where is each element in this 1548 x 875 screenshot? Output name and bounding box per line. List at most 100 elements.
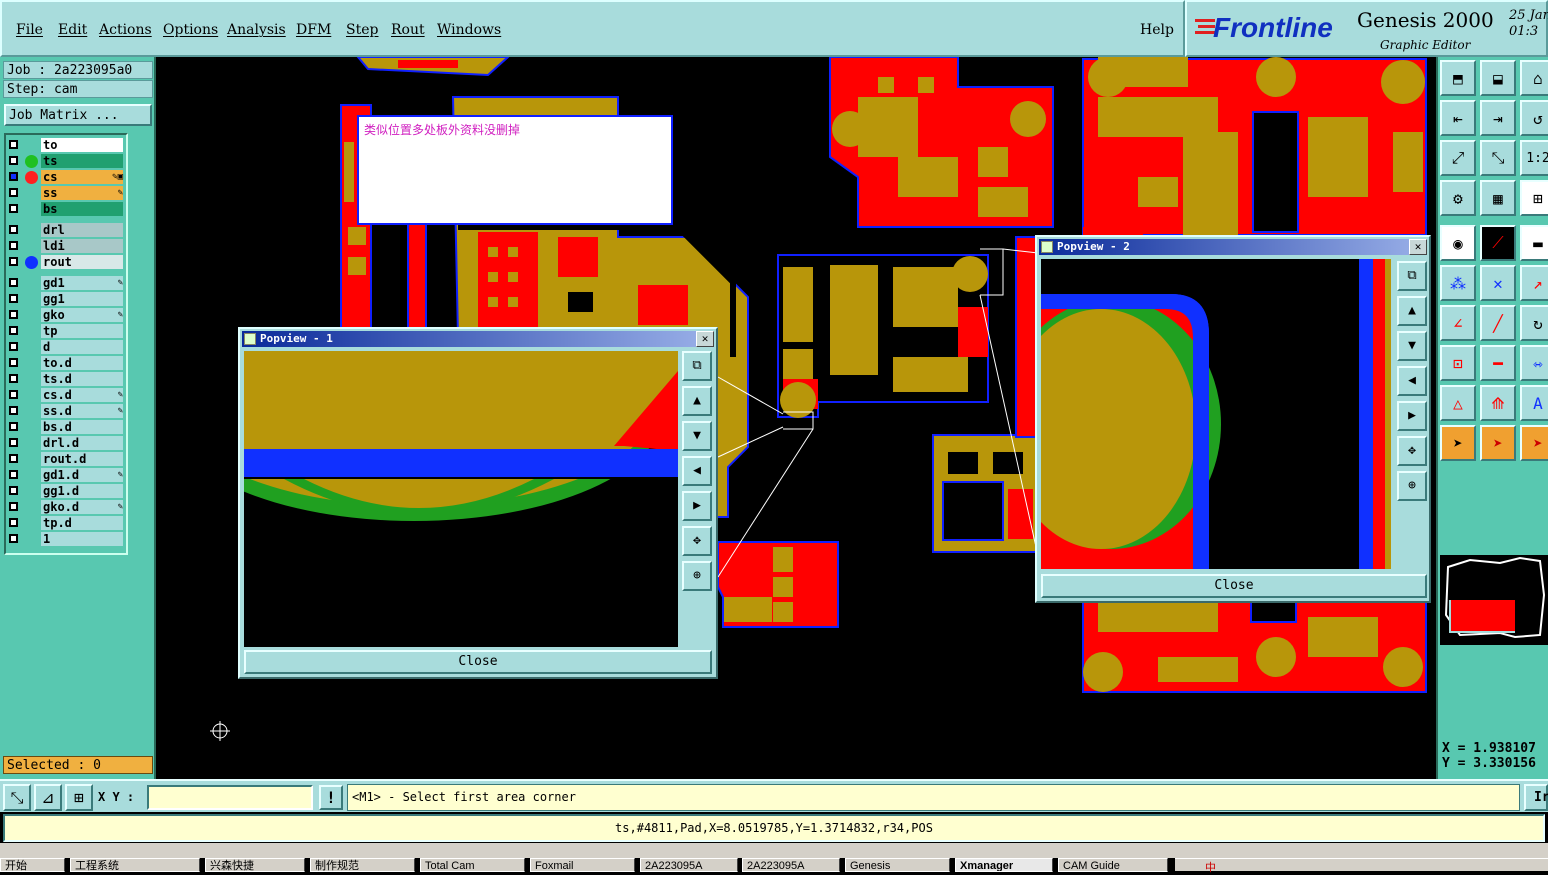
layer-checkbox[interactable] <box>9 470 18 479</box>
layer-row-bs[interactable]: bs <box>5 202 125 217</box>
grid-icon[interactable]: ▦ <box>1480 180 1516 216</box>
layer-row-1[interactable]: 1 <box>5 532 125 547</box>
connect-icon[interactable]: ⁂ <box>1440 265 1476 301</box>
menu-analysis[interactable]: Analysis <box>227 22 286 38</box>
window-menu-icon[interactable] <box>244 333 256 345</box>
popview-2-close-button[interactable]: Close <box>1041 574 1427 598</box>
pan-left-icon[interactable]: ⇤ <box>1440 100 1476 136</box>
popview-1-close-icon[interactable]: ✕ <box>696 331 714 347</box>
layer-row-ss[interactable]: ss ✎ <box>5 186 125 201</box>
layer-checkbox[interactable] <box>9 454 18 463</box>
popview-1-canvas[interactable] <box>244 351 678 647</box>
pointer-area-icon[interactable]: ➤ <box>1520 425 1548 461</box>
fit-icon[interactable]: ⤡ <box>3 784 31 811</box>
ime-indicator[interactable]: 中 <box>1205 859 1216 875</box>
menu-windows[interactable]: Windows <box>437 22 501 38</box>
layer-row-tp-d[interactable]: tp.d <box>5 516 125 531</box>
delete-tool-icon[interactable]: ✕ <box>1480 265 1516 301</box>
layer-checkbox[interactable] <box>9 390 18 399</box>
menu-options[interactable]: Options <box>163 22 218 38</box>
popview-2-zoom-out-icon[interactable]: ⊕ <box>1397 471 1427 501</box>
minus-tool-icon[interactable]: ━ <box>1480 345 1516 381</box>
layer-checkbox[interactable] <box>9 204 18 213</box>
layer-row-ldi[interactable]: ldi <box>5 239 125 254</box>
window-menu-icon[interactable] <box>1041 241 1053 253</box>
popview-2-zoom-in-icon[interactable]: ✥ <box>1397 436 1427 466</box>
popview-2-pan-right-icon[interactable]: ▶ <box>1397 401 1427 431</box>
popview-1-pan-right-icon[interactable]: ▶ <box>682 491 712 521</box>
taskbar-item[interactable]: 制作规范 <box>310 858 415 872</box>
layer-checkbox[interactable] <box>9 358 18 367</box>
layer-checkbox[interactable] <box>9 310 18 319</box>
taskbar-item[interactable]: 开始 <box>0 858 65 872</box>
layer-checkbox[interactable] <box>9 342 18 351</box>
layer-row-tp[interactable]: tp <box>5 324 125 339</box>
pan-right-icon[interactable]: ⇥ <box>1480 100 1516 136</box>
layer-row-bs-d[interactable]: bs.d <box>5 420 125 435</box>
layer-row-drl-d[interactable]: drl.d <box>5 436 125 451</box>
home-icon[interactable]: ⌂ <box>1520 60 1548 96</box>
pointer-edit-icon[interactable]: ➤ <box>1480 425 1516 461</box>
layer-checkbox[interactable] <box>9 518 18 527</box>
menu-dfm[interactable]: DFM <box>296 22 331 38</box>
menu-actions[interactable]: Actions <box>99 22 152 38</box>
warning-icon[interactable]: ! <box>319 785 343 810</box>
layer-row-gko-d[interactable]: gko.d ✎ <box>5 500 125 515</box>
taskbar-item[interactable]: Xmanager <box>955 858 1053 872</box>
layer-checkbox[interactable] <box>9 438 18 447</box>
layer-checkbox[interactable] <box>9 156 18 165</box>
popview-2-pan-up-icon[interactable]: ▲ <box>1397 296 1427 326</box>
layer-row-ts[interactable]: ts <box>5 154 125 169</box>
layer-row-gd1[interactable]: gd1 ✎ <box>5 276 125 291</box>
popview-1-zoom-in-icon[interactable]: ✥ <box>682 526 712 556</box>
popview-2-canvas[interactable] <box>1041 259 1391 569</box>
layer-checkbox[interactable] <box>9 502 18 511</box>
layer-row-to[interactable]: to <box>5 138 125 153</box>
zoom-out-icon[interactable]: ⤡ <box>1480 140 1516 176</box>
layer-row-gko[interactable]: gko ✎ <box>5 308 125 323</box>
zoom-window-icon[interactable]: ⬓ <box>1480 60 1516 96</box>
popview-1-zoom-out-icon[interactable]: ⊕ <box>682 561 712 591</box>
popview-2-pan-down-icon[interactable]: ▼ <box>1397 331 1427 361</box>
measure-tool-icon[interactable]: ⊿ <box>34 784 62 811</box>
taskbar-item[interactable]: 工程系统 <box>70 858 200 872</box>
menu-file[interactable]: File <box>16 22 43 38</box>
overview-map[interactable] <box>1440 555 1548 645</box>
line-tool-icon[interactable]: ⟋ <box>1480 225 1516 261</box>
layer-row-d[interactable]: d <box>5 340 125 355</box>
layer-checkbox[interactable] <box>9 374 18 383</box>
select-pad-icon[interactable]: ⊡ <box>1440 345 1476 381</box>
layer-checkbox[interactable] <box>9 172 18 181</box>
layer-checkbox[interactable] <box>9 241 18 250</box>
layer-checkbox[interactable] <box>9 294 18 303</box>
pad-tool-icon[interactable]: ◉ <box>1440 225 1476 261</box>
taskbar-item[interactable]: Foxmail <box>530 858 635 872</box>
undo-zoom-icon[interactable]: ↺ <box>1520 100 1548 136</box>
layer-row-ss-d[interactable]: ss.d ✎ <box>5 404 125 419</box>
popview-1-pan-left-icon[interactable]: ◀ <box>682 456 712 486</box>
popview-2-zoom-icon[interactable]: ⧉ <box>1397 261 1427 291</box>
layer-row-gd1-d[interactable]: gd1.d ✎ <box>5 468 125 483</box>
taskbar-item[interactable]: 2A223095A <box>742 858 840 872</box>
taskbar-item[interactable]: Genesis <box>845 858 950 872</box>
triangle-c-icon[interactable]: A <box>1520 385 1548 421</box>
scale-one-to-one-icon[interactable]: 1:2 <box>1520 140 1548 176</box>
layer-checkbox[interactable] <box>9 422 18 431</box>
layer-row-ts-d[interactable]: ts.d <box>5 372 125 387</box>
measure-icon[interactable]: ⚙ <box>1440 180 1476 216</box>
popview-1-pan-up-icon[interactable]: ▲ <box>682 386 712 416</box>
angle-tool-icon[interactable]: ∠ <box>1440 305 1476 341</box>
layer-row-cs-d[interactable]: cs.d ✎ <box>5 388 125 403</box>
triangle-b-icon[interactable]: ⟰ <box>1480 385 1516 421</box>
arc-tool-icon[interactable]: ↗ <box>1520 265 1548 301</box>
layer-row-gg1-d[interactable]: gg1.d <box>5 484 125 499</box>
layer-checkbox[interactable] <box>9 257 18 266</box>
ir-button[interactable]: Ir <box>1524 784 1548 811</box>
layer-row-cs[interactable]: cs ✎▣ <box>5 170 125 185</box>
zoom-in-icon[interactable]: ⤢ <box>1440 140 1476 176</box>
popview-2-close-icon[interactable]: ✕ <box>1409 239 1427 255</box>
taskbar-item[interactable]: Total Cam <box>420 858 525 872</box>
zoom-home-icon[interactable]: ⬒ <box>1440 60 1476 96</box>
rotate-tool-icon[interactable]: ↻ <box>1520 305 1548 341</box>
triangle-a-icon[interactable]: △ <box>1440 385 1476 421</box>
